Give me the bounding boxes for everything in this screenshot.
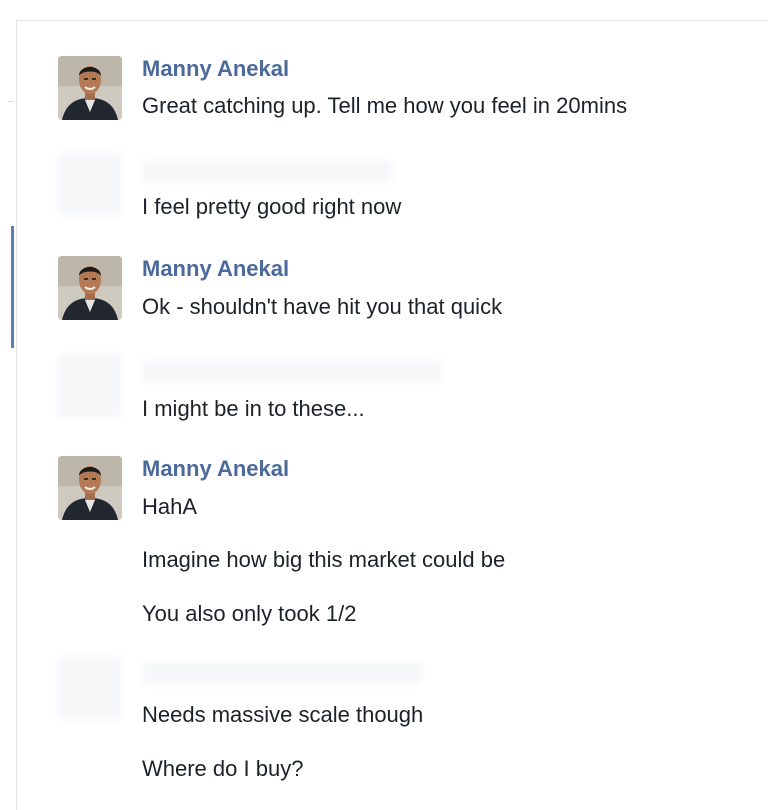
- message-text: Great catching up. Tell me how you feel …: [142, 93, 628, 118]
- thread-top-divider: [16, 20, 768, 21]
- blurred-sender: [142, 160, 392, 182]
- sender-name[interactable]: Manny Anekal: [142, 456, 289, 482]
- blurred-avatar: [58, 152, 122, 216]
- sender-name[interactable]: Manny Anekal: [142, 56, 289, 82]
- message-text: Imagine how big this market could be: [142, 547, 506, 572]
- messenger-thread: Manny Anekal Great catching up. Tell me …: [0, 0, 768, 810]
- blurred-avatar: [58, 354, 122, 418]
- avatar[interactable]: [58, 456, 122, 520]
- message-text: Ok - shouldn't have hit you that quick: [142, 294, 503, 319]
- avatar[interactable]: [58, 56, 122, 120]
- blurred-avatar: [58, 656, 122, 720]
- message-text: I feel pretty good right now: [142, 194, 402, 219]
- active-conversation-marker: [11, 226, 14, 348]
- message-text: Needs massive scale though: [142, 702, 424, 727]
- message-text: You also only took 1/2: [142, 601, 357, 626]
- person-icon: [58, 456, 122, 520]
- message-text: Where do I buy?: [142, 756, 304, 781]
- person-icon: [58, 256, 122, 320]
- avatar[interactable]: [58, 256, 122, 320]
- person-icon: [58, 56, 122, 120]
- blurred-sender: [142, 360, 442, 382]
- message-text: HahA: [142, 494, 198, 519]
- message-text: I might be in to these...: [142, 396, 365, 421]
- sender-name[interactable]: Manny Anekal: [142, 256, 289, 282]
- blurred-sender: [142, 662, 422, 684]
- divider-tick: [8, 101, 14, 102]
- thread-left-divider: [16, 20, 17, 810]
